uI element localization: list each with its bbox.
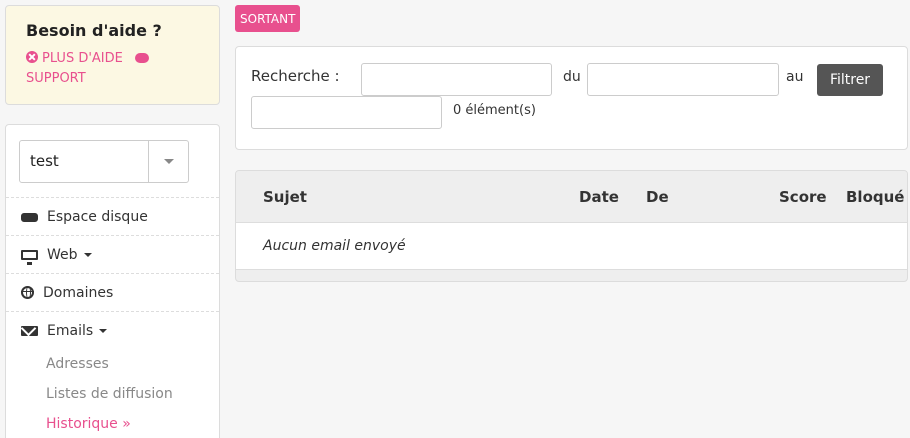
from-date-input[interactable] bbox=[587, 63, 779, 96]
sidebar-item-web[interactable]: Web bbox=[6, 235, 219, 273]
search-panel: Recherche : du au Filtrer 0 élément(s) bbox=[235, 46, 908, 150]
column-header-blocked[interactable]: Bloqué bbox=[846, 188, 904, 206]
table-body: Aucun email envoyé bbox=[236, 223, 907, 270]
sidebar-item-emails[interactable]: Emails bbox=[6, 311, 219, 349]
to-date-input[interactable] bbox=[251, 96, 442, 129]
chevron-down-icon[interactable] bbox=[148, 141, 188, 182]
column-header-score[interactable]: Score bbox=[779, 188, 827, 206]
sidebar-nav: Espace disque Web Domaines Emails Adress… bbox=[6, 197, 219, 438]
support-link[interactable]: SUPPORT bbox=[26, 71, 86, 86]
email-table: Sujet Date De Score Bloqué Aucun email e… bbox=[235, 170, 908, 282]
sidebar-item-domains[interactable]: Domaines bbox=[6, 273, 219, 311]
sidebar-subitem-addresses[interactable]: Adresses bbox=[6, 349, 219, 379]
chat-icon bbox=[135, 53, 150, 63]
sidebar-item-label: Web bbox=[47, 246, 78, 263]
sidebar-item-label: Espace disque bbox=[47, 208, 148, 225]
sidebar-item-label: Emails bbox=[47, 322, 94, 339]
sidebar: test Espace disque Web Domaines Emails A… bbox=[5, 124, 220, 438]
column-header-subject[interactable]: Sujet bbox=[263, 188, 307, 206]
to-date-label: au bbox=[786, 69, 804, 85]
account-select[interactable]: test bbox=[19, 140, 189, 183]
table-header: Sujet Date De Score Bloqué bbox=[236, 171, 907, 223]
account-select-value: test bbox=[30, 152, 59, 170]
sidebar-item-label: Domaines bbox=[43, 284, 114, 301]
from-date-label: du bbox=[563, 69, 581, 85]
sidebar-subitem-lists[interactable]: Listes de diffusion bbox=[6, 379, 219, 409]
envelope-icon bbox=[21, 325, 38, 336]
result-count: 0 élément(s) bbox=[453, 103, 536, 118]
hdd-icon bbox=[21, 213, 38, 222]
monitor-icon bbox=[21, 249, 38, 265]
sidebar-item-disk[interactable]: Espace disque bbox=[6, 197, 219, 235]
more-help-label: PLUS D'AIDE bbox=[42, 51, 123, 66]
caret-down-icon bbox=[99, 328, 108, 333]
empty-message: Aucun email envoyé bbox=[263, 238, 406, 254]
more-help-link[interactable]: PLUS D'AIDE bbox=[26, 51, 123, 66]
life-ring-icon bbox=[26, 51, 38, 63]
search-label: Recherche : bbox=[251, 67, 340, 85]
search-input[interactable] bbox=[361, 63, 552, 96]
globe-icon bbox=[21, 286, 34, 299]
help-title: Besoin d'aide ? bbox=[26, 21, 162, 40]
filter-button[interactable]: Filtrer bbox=[817, 64, 883, 96]
caret-down-icon bbox=[83, 252, 92, 257]
direction-badge[interactable]: SORTANT bbox=[235, 5, 301, 32]
help-box: Besoin d'aide ? PLUS D'AIDE SUPPORT bbox=[5, 5, 220, 105]
column-header-from[interactable]: De bbox=[646, 188, 669, 206]
column-header-date[interactable]: Date bbox=[579, 188, 619, 206]
sidebar-subitem-history[interactable]: Historique » bbox=[6, 409, 219, 438]
